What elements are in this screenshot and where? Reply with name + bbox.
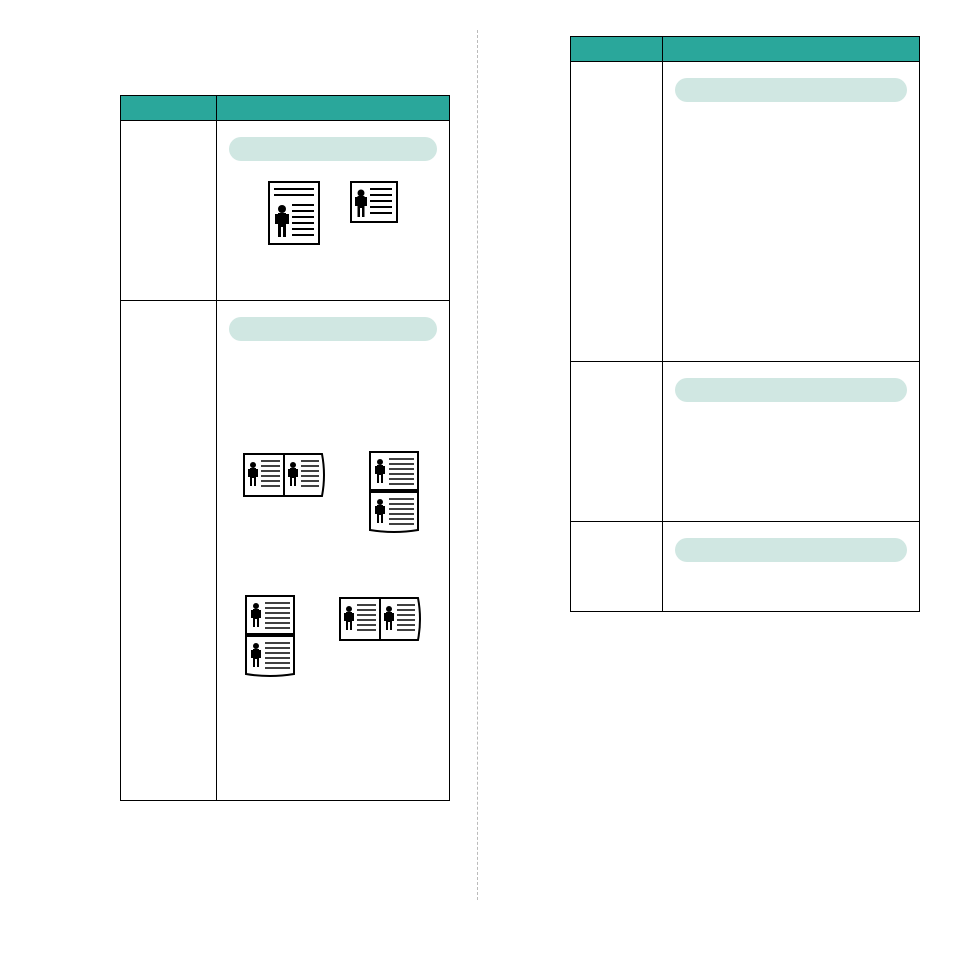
left-header-cell-2: [217, 96, 449, 120]
left-row2-content-cell: [217, 301, 449, 800]
pill-highlight: [675, 78, 907, 102]
right-row1-content-cell: [663, 62, 919, 361]
right-row3-label-cell: [571, 522, 663, 611]
right-row-2: [571, 361, 919, 521]
left-row2-label-cell: [121, 301, 217, 800]
left-row1-label-cell: [121, 121, 217, 300]
right-table-header: [571, 37, 919, 61]
pill-highlight: [675, 538, 907, 562]
left-row1-content-cell: [217, 121, 449, 300]
right-table: [570, 36, 920, 612]
right-header-cell-1: [571, 37, 663, 61]
right-row-3: [571, 521, 919, 611]
document-person-icon: [268, 181, 320, 245]
right-row2-content-cell: [663, 362, 919, 521]
booklet-flip-icon: [367, 451, 423, 535]
left-table: [120, 95, 450, 801]
column-divider: [477, 30, 478, 900]
left-header-cell-1: [121, 96, 217, 120]
left-table-header: [121, 96, 449, 120]
booklet-open-icon: [339, 595, 423, 679]
booklet-flip-icon: [243, 595, 299, 679]
booklet-open-icon: [243, 451, 327, 535]
left-row-1: [121, 120, 449, 300]
right-header-cell-2: [663, 37, 919, 61]
pill-highlight: [229, 137, 437, 161]
right-row2-label-cell: [571, 362, 663, 521]
right-row-1: [571, 61, 919, 361]
pill-highlight: [675, 378, 907, 402]
pill-highlight: [229, 317, 437, 341]
right-row1-label-cell: [571, 62, 663, 361]
left-row-2: [121, 300, 449, 800]
document-person-small-icon: [350, 181, 398, 245]
right-row3-content-cell: [663, 522, 919, 611]
